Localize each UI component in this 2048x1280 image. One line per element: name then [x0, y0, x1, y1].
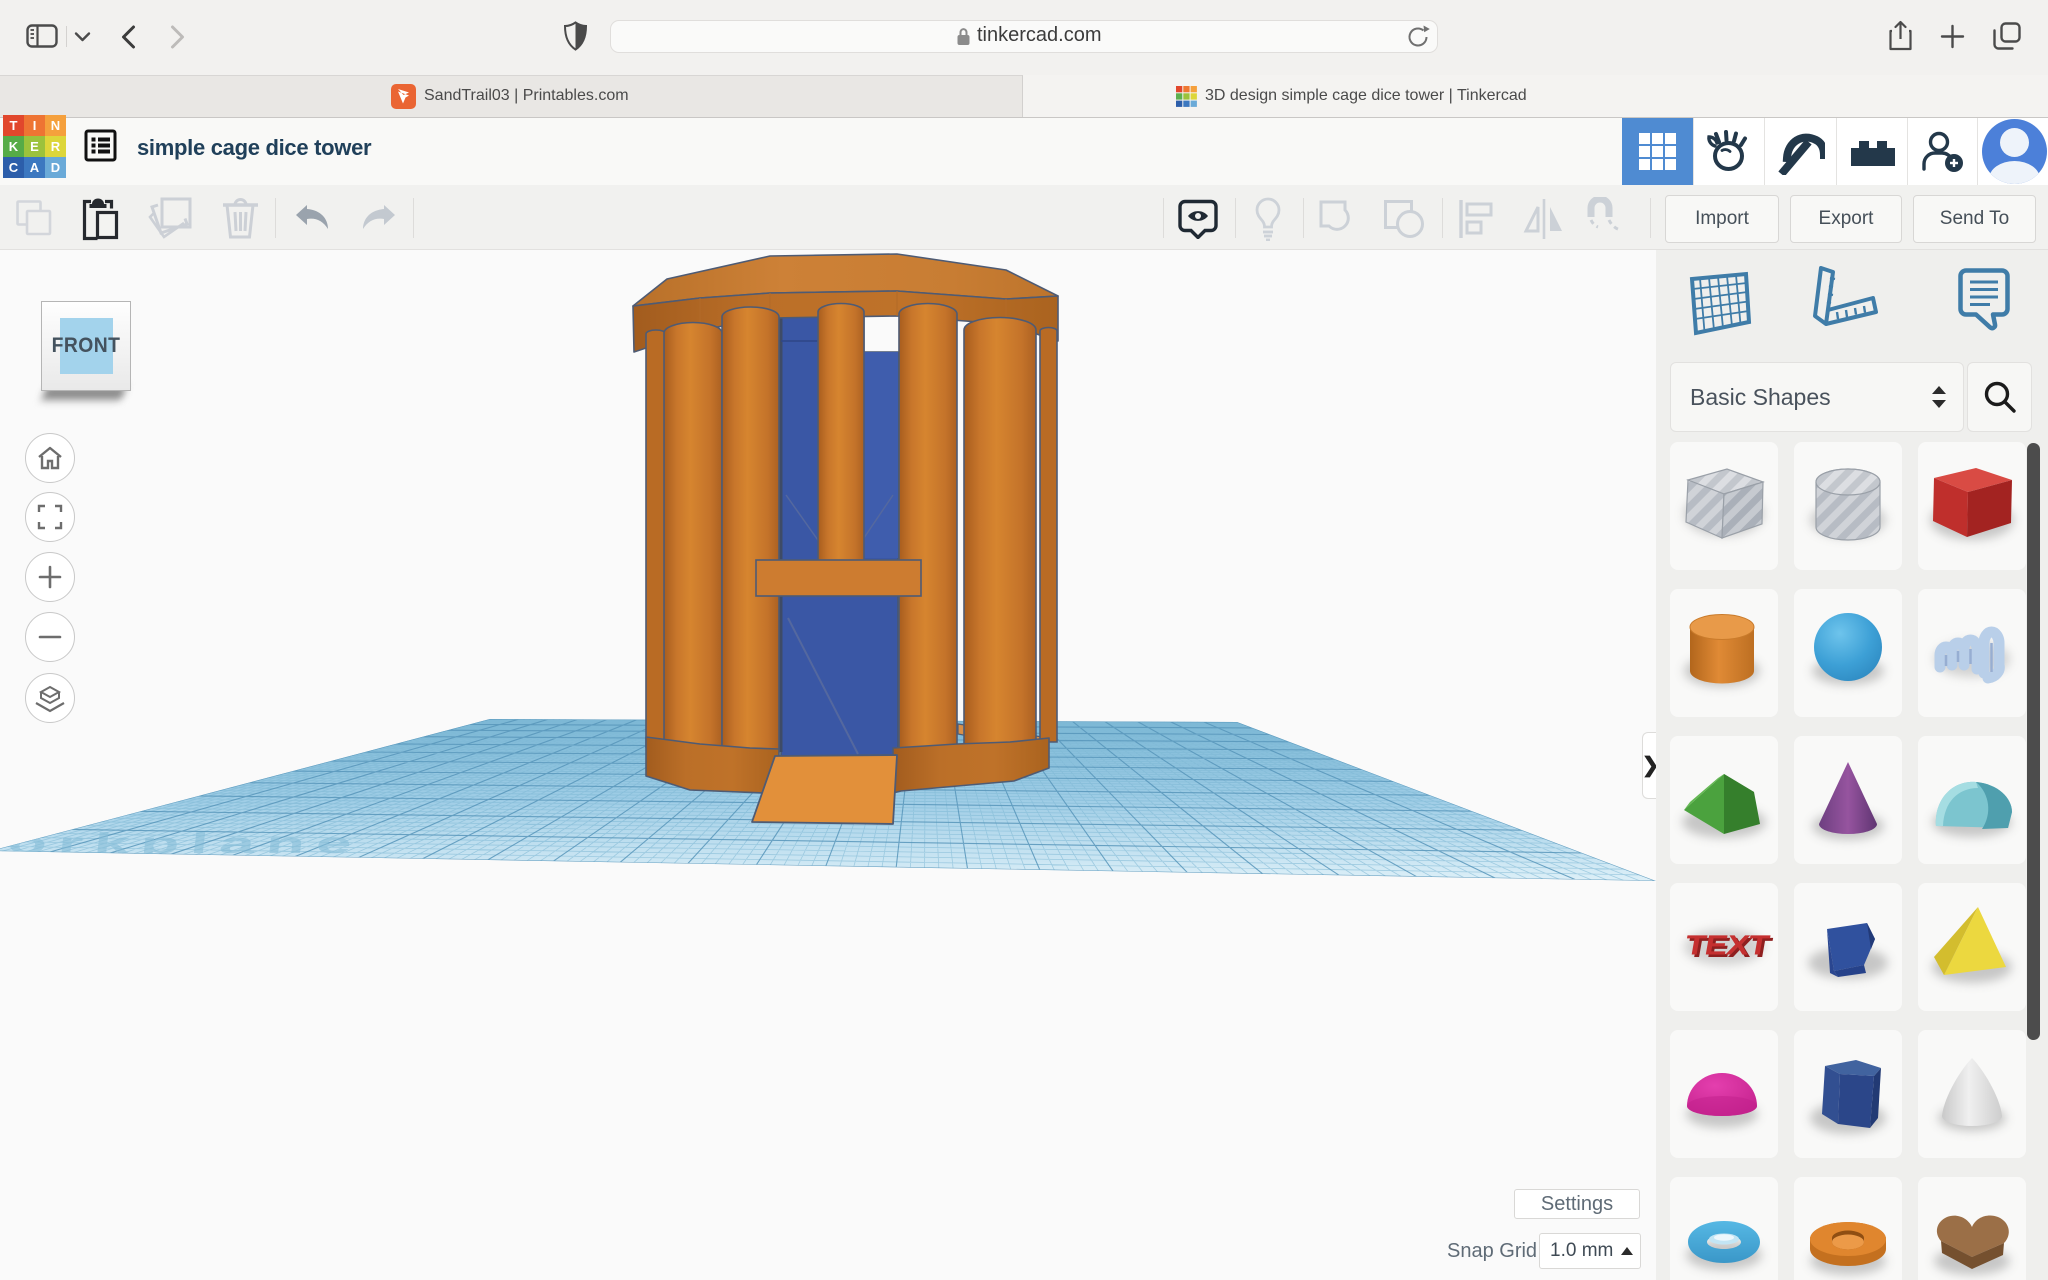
- svg-text:TEXT: TEXT: [1683, 929, 1772, 960]
- svg-text:Workplane: Workplane: [0, 827, 365, 859]
